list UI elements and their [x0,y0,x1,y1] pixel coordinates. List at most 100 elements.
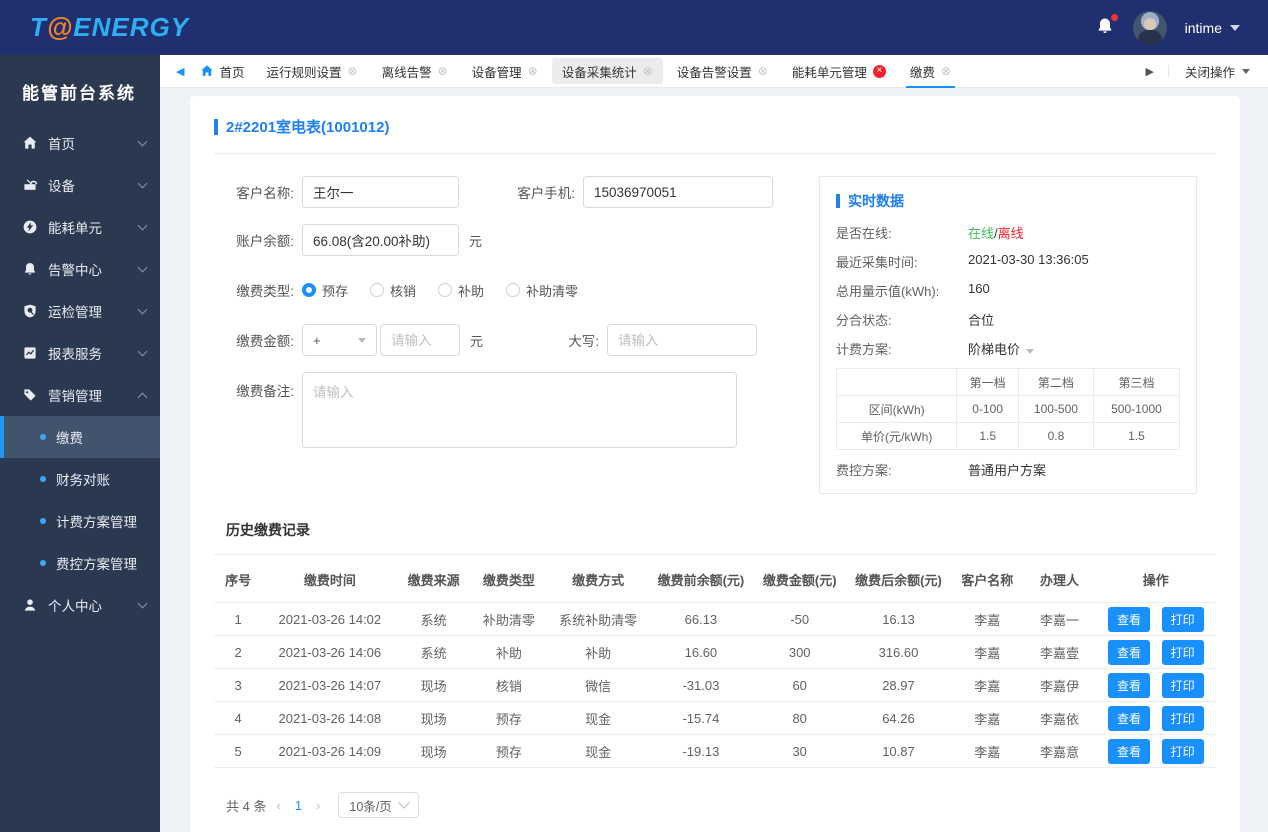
billing-plan-row[interactable]: 计费方案: 阶梯电价 [836,339,1180,358]
title-accent-bar [214,118,218,135]
next-page-icon[interactable]: › [312,798,324,813]
tier-cell: 0.8 [1017,422,1094,450]
user-menu[interactable]: intime [1185,20,1240,36]
logo-text: T [30,12,47,42]
radio-writeoff[interactable]: 核销 [370,281,416,300]
cell-handler: 李嘉一 [1023,602,1096,636]
close-icon[interactable]: ⊗ [528,65,538,77]
bullet-dot-icon [40,560,46,566]
realtime-title: 实时数据 [836,191,1180,211]
close-icon[interactable]: ⊗ [438,65,448,77]
chevron-down-icon [137,220,148,231]
app-logo: T@ENERGY [30,12,189,43]
close-icon[interactable]: ⊗ [758,65,768,77]
tier-header: 第三档 [1092,368,1181,396]
sidebar-subitem-finance-reconcile[interactable]: 财务对账 [0,458,160,500]
tab-payment[interactable]: 缴费 ⊗ [900,58,961,88]
tabs-scroll-left-icon[interactable]: ◀ [170,65,190,78]
sidebar-item-label: 个人中心 [48,599,102,614]
cell-method: 现金 [547,701,649,735]
payment-form: 客户名称: 客户手机: 账户余额: 元 缴费类型: [214,176,774,464]
tab-offline-alarm[interactable]: 离线告警 ⊗ [372,58,458,84]
chevron-down-icon [137,178,148,189]
amount-sign-select[interactable]: + [302,324,377,356]
tab-device-alarm-settings[interactable]: 设备告警设置 ⊗ [667,58,778,84]
balance-field[interactable] [302,224,459,256]
tab-device-mgmt[interactable]: 设备管理 ⊗ [462,58,548,84]
sidebar-subitem-payment[interactable]: 缴费 [0,416,160,458]
cell-balance-after: 16.13 [845,602,952,636]
sidebar-item-home[interactable]: 首页 [0,122,160,164]
pay-amount-field[interactable] [380,324,460,356]
cell-method: 系统补助清零 [547,602,649,636]
sidebar-item-energy-unit[interactable]: 能耗单元 [0,206,160,248]
cell-amount: 60 [753,668,846,702]
tier-header: 第二档 [1017,368,1094,396]
view-button[interactable]: 查看 [1107,672,1150,698]
print-button[interactable]: 打印 [1161,672,1204,698]
tab-label: 首页 [219,65,245,80]
content-area: 2#2201室电表(1001012) 客户名称: 客户手机: 账户余额: [160,88,1268,832]
chevron-down-icon [358,337,366,343]
sidebar-subitem-fee-control-plan[interactable]: 费控方案管理 [0,542,160,584]
sidebar-item-reports[interactable]: 报表服务 [0,332,160,374]
cell-customer: 李嘉 [951,635,1024,669]
print-button[interactable]: 打印 [1161,606,1204,632]
view-button[interactable]: 查看 [1107,705,1150,731]
cell-balance-before: -19.13 [648,734,754,768]
user-avatar[interactable] [1132,10,1167,45]
sidebar-item-marketing[interactable]: 营销管理 [0,374,160,416]
tab-device-collect-stats[interactable]: 设备采集统计 ⊗ [551,58,663,84]
cell-source: 系统 [397,602,470,636]
tab-label: 能耗单元管理 [791,65,867,80]
page-size-select[interactable]: 10条/页 [338,792,419,818]
sidebar-item-personal-center[interactable]: 个人中心 [0,584,160,626]
page-size-value: 10条/页 [349,799,392,814]
cell-seq: 5 [214,734,263,768]
customer-phone-field[interactable] [583,176,773,208]
radio-subsidy-clear[interactable]: 补助清零 [506,281,578,300]
view-button[interactable]: 查看 [1107,606,1150,632]
notification-bell-icon[interactable] [1095,14,1118,39]
payment-card: 2#2201室电表(1001012) 客户名称: 客户手机: 账户余额: [190,96,1240,832]
close-icon[interactable]: ⊗ [643,65,653,77]
print-button[interactable]: 打印 [1161,738,1204,764]
sidebar-item-device[interactable]: 设备 [0,164,160,206]
customer-name-field[interactable] [302,176,459,208]
view-button[interactable]: 查看 [1107,639,1150,665]
bullet-dot-icon [40,434,46,440]
prev-page-icon[interactable]: ‹ [272,798,284,813]
sidebar-item-alarm-center[interactable]: 告警中心 [0,248,160,290]
close-icon[interactable]: ⊗ [941,65,951,77]
cell-seq: 3 [214,668,263,702]
divider [214,554,1216,555]
billing-plan-label: 计费方案: [836,342,892,357]
close-operations-menu[interactable]: 关闭操作 [1169,62,1258,81]
tabs-scroll-right-icon[interactable]: ▶ [1140,64,1169,78]
customer-name-label: 客户名称: [236,186,294,201]
sidebar-item-inspection[interactable]: 运检管理 [0,290,160,332]
radio-subsidy[interactable]: 补助 [438,281,484,300]
print-button[interactable]: 打印 [1161,639,1204,665]
view-button[interactable]: 查看 [1107,738,1150,764]
logo-text-rest: ENERGY [73,12,190,42]
remark-field[interactable] [302,372,737,448]
print-button[interactable]: 打印 [1161,705,1204,731]
tab-energy-unit-mgmt[interactable]: 能耗单元管理 × [782,58,896,84]
close-icon[interactable]: × [872,64,886,78]
sidebar-subitem-label: 缴费 [56,431,83,446]
uppercase-label: 大写: [568,334,600,349]
cell-time: 2021-03-26 14:09 [262,734,398,768]
tab-run-rules[interactable]: 运行规则设置 ⊗ [256,58,367,84]
pagination: 共 4 条 ‹ 1 › 10条/页 [226,792,1216,818]
sidebar-item-label: 报表服务 [48,347,102,362]
page-number[interactable]: 1 [291,798,306,813]
radio-prepay[interactable]: 预存 [302,281,348,300]
sidebar-subitem-billing-plan[interactable]: 计费方案管理 [0,500,160,542]
uppercase-field[interactable] [607,324,758,356]
chevron-up-icon [137,392,148,402]
cell-seq: 4 [214,701,263,735]
tab-home[interactable]: 首页 [190,62,254,81]
chevron-down-icon [137,598,148,609]
close-icon[interactable]: ⊗ [348,65,358,77]
